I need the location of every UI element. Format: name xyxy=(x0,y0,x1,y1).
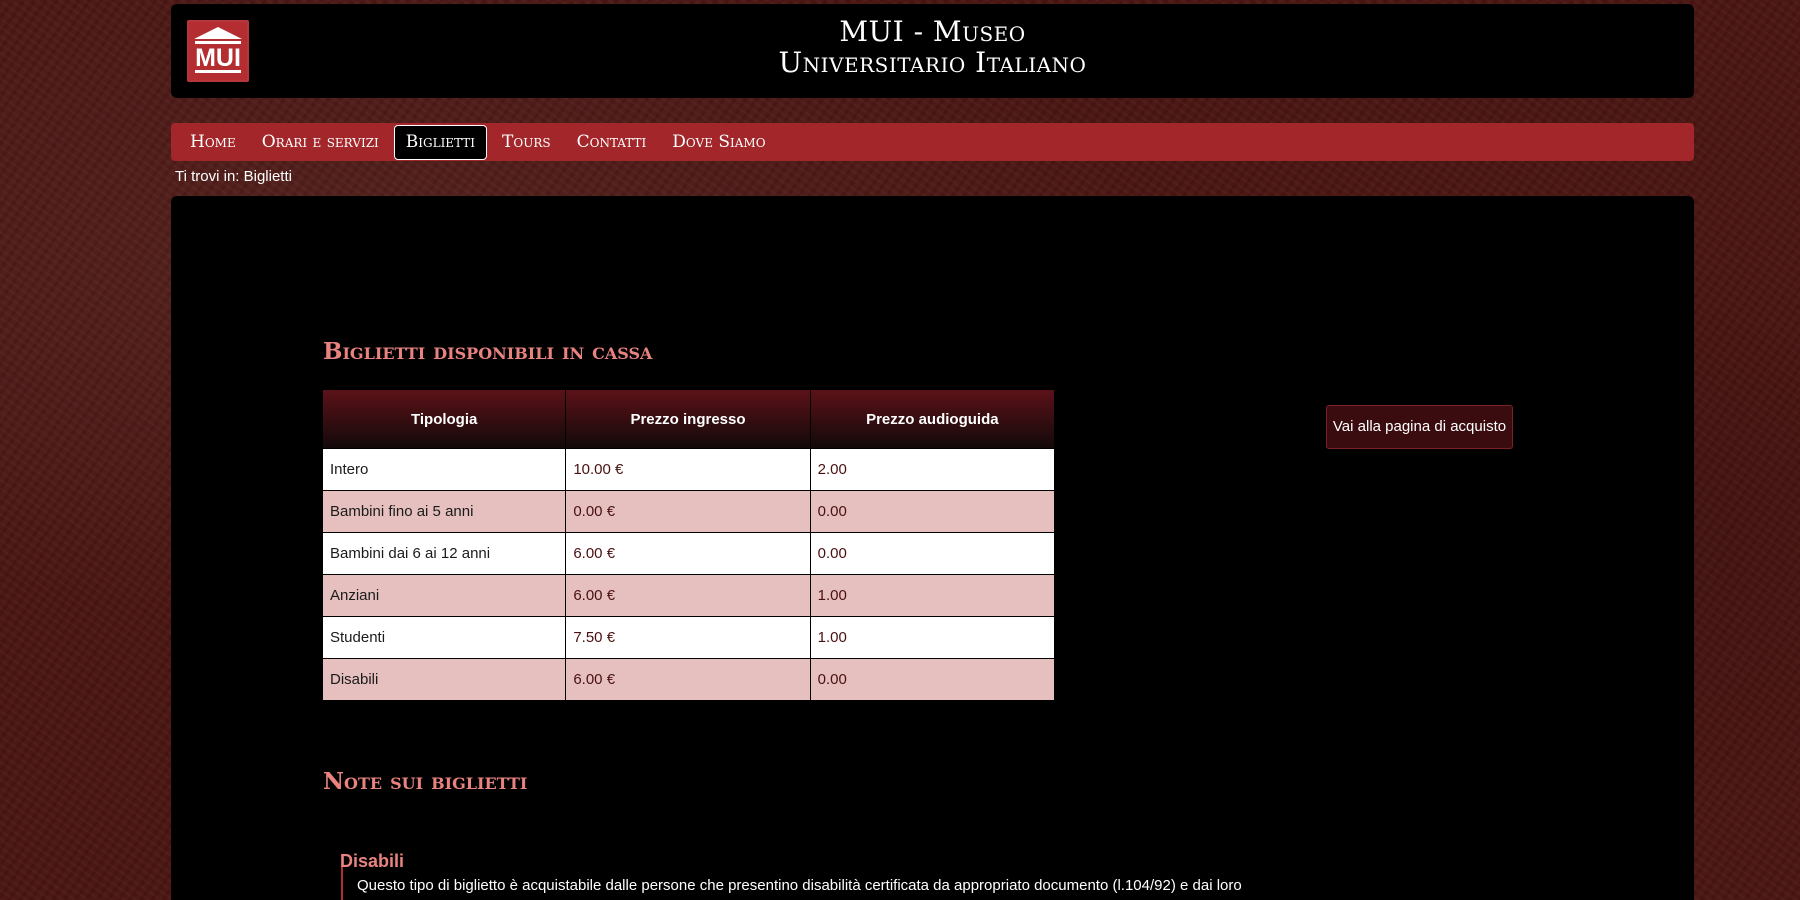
entry-price-cell: 0.00 € xyxy=(565,490,811,533)
ticket-type-cell: Anziani xyxy=(323,574,567,617)
notes-section-title: Note sui biglietti xyxy=(323,768,528,796)
site-title-line2: Universitario Italiano xyxy=(778,46,1087,79)
nav-item-biglietti[interactable]: Biglietti xyxy=(393,124,488,160)
nav-item-home[interactable]: Home xyxy=(177,125,249,159)
nav-item-contatti[interactable]: Contatti xyxy=(564,125,660,159)
audioguide-price-cell: 0.00 xyxy=(810,658,1054,700)
nav-item-tours[interactable]: Tours xyxy=(489,125,564,159)
column-header-prezzo-ingresso: Prezzo ingresso xyxy=(565,390,811,449)
ticket-type-cell: Intero xyxy=(323,448,567,491)
table-row: Bambini dai 6 ai 12 anni 6.00 € 0.00 xyxy=(323,532,1054,575)
ticket-type-cell: Bambini dai 6 ai 12 anni xyxy=(323,532,567,575)
breadcrumb: Ti trovi in: Biglietti xyxy=(175,168,292,185)
audioguide-price-cell: 0.00 xyxy=(810,490,1054,533)
tickets-section-title: Biglietti disponibili in cassa xyxy=(323,338,653,366)
nav-item-dove-siamo[interactable]: Dove Siamo xyxy=(659,125,778,159)
ticket-type-cell: Studenti xyxy=(323,616,567,659)
note-text: Questo tipo di biglietto è acquistabile … xyxy=(341,867,1357,900)
entry-price-cell: 6.00 € xyxy=(565,532,811,575)
main-content: Biglietti disponibili in cassa Tipologia… xyxy=(171,196,1694,900)
tickets-table: Tipologia Prezzo ingresso Prezzo audiogu… xyxy=(323,390,1054,700)
nav-item-orari-e-servizi[interactable]: Orari e servizi xyxy=(249,125,392,159)
audioguide-price-cell: 2.00 xyxy=(810,448,1054,491)
entry-price-cell: 10.00 € xyxy=(565,448,811,491)
table-row: Anziani 6.00 € 1.00 xyxy=(323,574,1054,617)
table-row: Bambini fino ai 5 anni 0.00 € 0.00 xyxy=(323,490,1054,533)
ticket-type-cell: Bambini fino ai 5 anni xyxy=(323,490,567,533)
site-title-line1: MUI - Museo xyxy=(839,15,1026,48)
site-title: MUI - Museo Universitario Italiano xyxy=(171,16,1694,78)
column-header-prezzo-audioguida: Prezzo audioguida xyxy=(810,390,1054,449)
audioguide-price-cell: 0.00 xyxy=(810,532,1054,575)
main-navigation: Home Orari e servizi Biglietti Tours Con… xyxy=(171,123,1694,161)
audioguide-price-cell: 1.00 xyxy=(810,616,1054,659)
buy-tickets-button[interactable]: Vai alla pagina di acquisto xyxy=(1326,405,1513,449)
table-row: Intero 10.00 € 2.00 xyxy=(323,448,1054,491)
site-header: MUI MUI - Museo Universitario Italiano xyxy=(171,4,1694,98)
nav-list: Home Orari e servizi Biglietti Tours Con… xyxy=(171,123,779,161)
column-header-tipologia: Tipologia xyxy=(323,390,567,449)
ticket-type-cell: Disabili xyxy=(323,658,567,700)
table-row: Studenti 7.50 € 1.00 xyxy=(323,616,1054,659)
table-row: Disabili 6.00 € 0.00 xyxy=(323,658,1054,700)
table-header-row: Tipologia Prezzo ingresso Prezzo audiogu… xyxy=(323,390,1054,449)
audioguide-price-cell: 1.00 xyxy=(810,574,1054,617)
entry-price-cell: 6.00 € xyxy=(565,658,811,700)
entry-price-cell: 7.50 € xyxy=(565,616,811,659)
entry-price-cell: 6.00 € xyxy=(565,574,811,617)
